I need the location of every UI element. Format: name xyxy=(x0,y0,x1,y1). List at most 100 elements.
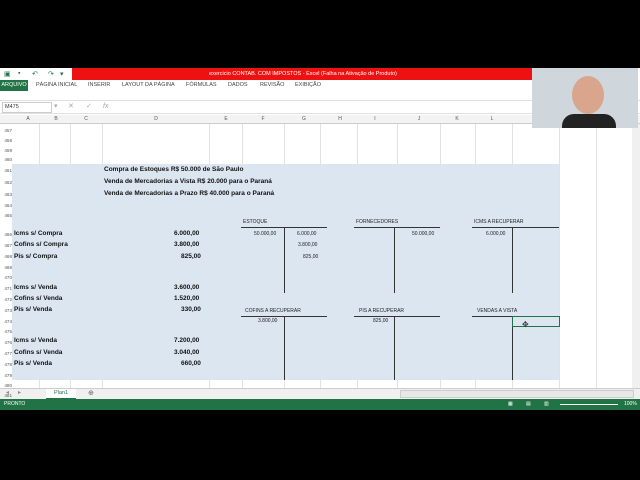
heading-venda-prazo: Venda de Mercadorias a Prazo R$ 40.000 p… xyxy=(104,190,275,197)
tab-exibicao[interactable]: EXIBIÇÃO xyxy=(295,80,321,91)
tab-arquivo[interactable]: ARQUIVO xyxy=(0,80,28,91)
redo-icon[interactable]: ↷ xyxy=(48,70,54,78)
normal-view-icon[interactable]: ▦ xyxy=(508,399,513,410)
row-header[interactable]: 473 xyxy=(0,308,12,313)
page-break-icon[interactable]: ▥ xyxy=(544,399,549,410)
t-account-bar xyxy=(472,227,559,228)
vertical-scrollbar[interactable] xyxy=(632,124,640,388)
col-header-h[interactable]: H xyxy=(336,115,344,123)
t-account-title-estoque: ESTOQUE xyxy=(243,219,268,225)
col-header-a[interactable]: A xyxy=(24,115,32,123)
row-header[interactable]: 457 xyxy=(0,128,12,133)
t-account-title-icms: ICMS A RECUPERAR xyxy=(474,219,524,225)
quick-access-dropdown-icon[interactable]: ▾ xyxy=(60,70,64,78)
zoom-level: 100% xyxy=(624,401,637,407)
tab-dados[interactable]: DADOS xyxy=(228,80,248,91)
insert-function-icon[interactable]: fx xyxy=(103,101,108,113)
tax-value: 6.000,00 xyxy=(174,230,200,237)
tax-label: Icms s/ Venda xyxy=(14,337,57,344)
page-layout-icon[interactable]: ▤ xyxy=(526,399,531,410)
t-credit: 3.800,00 xyxy=(298,242,318,248)
status-text: PRONTO xyxy=(4,401,26,407)
cursor-icon: ✥ xyxy=(522,320,529,329)
tax-label: Cofins s/ Venda xyxy=(14,295,63,302)
tax-value: 825,00 xyxy=(181,253,201,260)
t-account-stem xyxy=(394,227,395,293)
tax-value: 3.800,00 xyxy=(174,241,200,248)
row-header[interactable]: 471 xyxy=(0,286,12,291)
col-header-i[interactable]: I xyxy=(371,115,379,123)
col-header-j[interactable]: J xyxy=(415,115,423,123)
tax-value: 330,00 xyxy=(181,306,201,313)
tax-value: 7.200,00 xyxy=(174,337,200,344)
save-icon[interactable]: ▪ xyxy=(18,70,20,77)
row-header[interactable]: 466 xyxy=(0,232,12,237)
row-header[interactable]: 462 xyxy=(0,180,12,185)
col-header-e[interactable]: E xyxy=(222,115,230,123)
col-header-l[interactable]: L xyxy=(488,115,496,123)
horizontal-scrollbar[interactable] xyxy=(400,390,634,398)
t-debit: 50.000,00 xyxy=(254,231,277,237)
confirm-icon[interactable]: ✓ xyxy=(86,101,92,113)
selected-cell[interactable] xyxy=(512,316,560,327)
zoom-slider[interactable] xyxy=(560,404,618,405)
t-credit: 825,00 xyxy=(303,254,319,260)
t-account-title-pis: PIS A RECUPERAR xyxy=(359,308,405,314)
row-header[interactable]: 467 xyxy=(0,243,12,248)
heading-venda-vista: Venda de Mercadorias a Vista R$ 20.000 p… xyxy=(104,178,272,185)
tax-label: Cofins s/ Compra xyxy=(14,241,68,248)
col-header-f[interactable]: F xyxy=(259,115,267,123)
t-debit: 3.800,00 xyxy=(258,318,278,324)
tab-pagina-inicial[interactable]: PÁGINA INICIAL xyxy=(36,80,77,91)
t-account-title-cofins: COFINS A RECUPERAR xyxy=(245,308,301,314)
row-header[interactable]: 472 xyxy=(0,297,12,302)
t-account-stem xyxy=(512,227,513,293)
tab-formulas[interactable]: FÓRMULAS xyxy=(186,80,217,91)
tax-label: Pis s/ Venda xyxy=(14,306,52,313)
t-credit: 6.000,00 xyxy=(297,231,317,237)
row-header[interactable]: 461 xyxy=(0,168,12,173)
name-box[interactable]: M475 xyxy=(2,102,52,113)
row-header[interactable]: 476 xyxy=(0,340,12,345)
tax-label: Pis s/ Compra xyxy=(14,253,58,260)
tab-revisao[interactable]: REVISÃO xyxy=(260,80,284,91)
tab-inserir[interactable]: INSERIR xyxy=(88,80,110,91)
row-header[interactable]: 460 xyxy=(0,157,12,162)
row-header[interactable]: 479 xyxy=(0,373,12,378)
row-header[interactable]: 464 xyxy=(0,203,12,208)
t-account-bar xyxy=(354,227,440,228)
row-header[interactable]: 481 xyxy=(0,393,12,398)
col-header-g[interactable]: G xyxy=(300,115,308,123)
row-header[interactable]: 469 xyxy=(0,265,12,270)
col-header-k[interactable]: K xyxy=(453,115,461,123)
row-header[interactable]: 475 xyxy=(0,329,12,334)
namebox-dropdown-icon[interactable]: ▾ xyxy=(54,101,58,113)
row-header[interactable]: 480 xyxy=(0,383,12,388)
presenter-face xyxy=(572,76,604,114)
shaded-region xyxy=(12,164,559,380)
col-header-c[interactable]: C xyxy=(82,115,90,123)
row-header[interactable]: 478 xyxy=(0,362,12,367)
col-header-b[interactable]: B xyxy=(52,115,60,123)
t-account-stem xyxy=(284,227,285,293)
row-header[interactable]: 470 xyxy=(0,275,12,280)
row-header[interactable]: 465 xyxy=(0,213,12,218)
tax-label: Icms s/ Venda xyxy=(14,284,57,291)
add-sheet-icon[interactable]: ⊕ xyxy=(88,389,94,397)
col-header-d[interactable]: D xyxy=(152,115,160,123)
tab-layout[interactable]: LAYOUT DA PÁGINA xyxy=(122,80,175,91)
row-header[interactable]: 458 xyxy=(0,138,12,143)
t-credit: 50.000,00 xyxy=(412,231,435,237)
tax-value: 1.520,00 xyxy=(174,295,200,302)
row-header[interactable]: 463 xyxy=(0,192,12,197)
t-account-stem xyxy=(394,316,395,380)
cancel-icon[interactable]: ✕ xyxy=(68,101,74,113)
row-header[interactable]: 474 xyxy=(0,319,12,324)
heading-compra: Compra de Estoques R$ 50.000 de São Paul… xyxy=(104,166,244,173)
row-header[interactable]: 459 xyxy=(0,148,12,153)
row-header[interactable]: 477 xyxy=(0,351,12,356)
presenter-shirt xyxy=(562,114,616,128)
row-header[interactable]: 468 xyxy=(0,254,12,259)
scroll-right-icon[interactable]: ▸ xyxy=(18,389,21,396)
undo-icon[interactable]: ↶ xyxy=(32,70,38,78)
